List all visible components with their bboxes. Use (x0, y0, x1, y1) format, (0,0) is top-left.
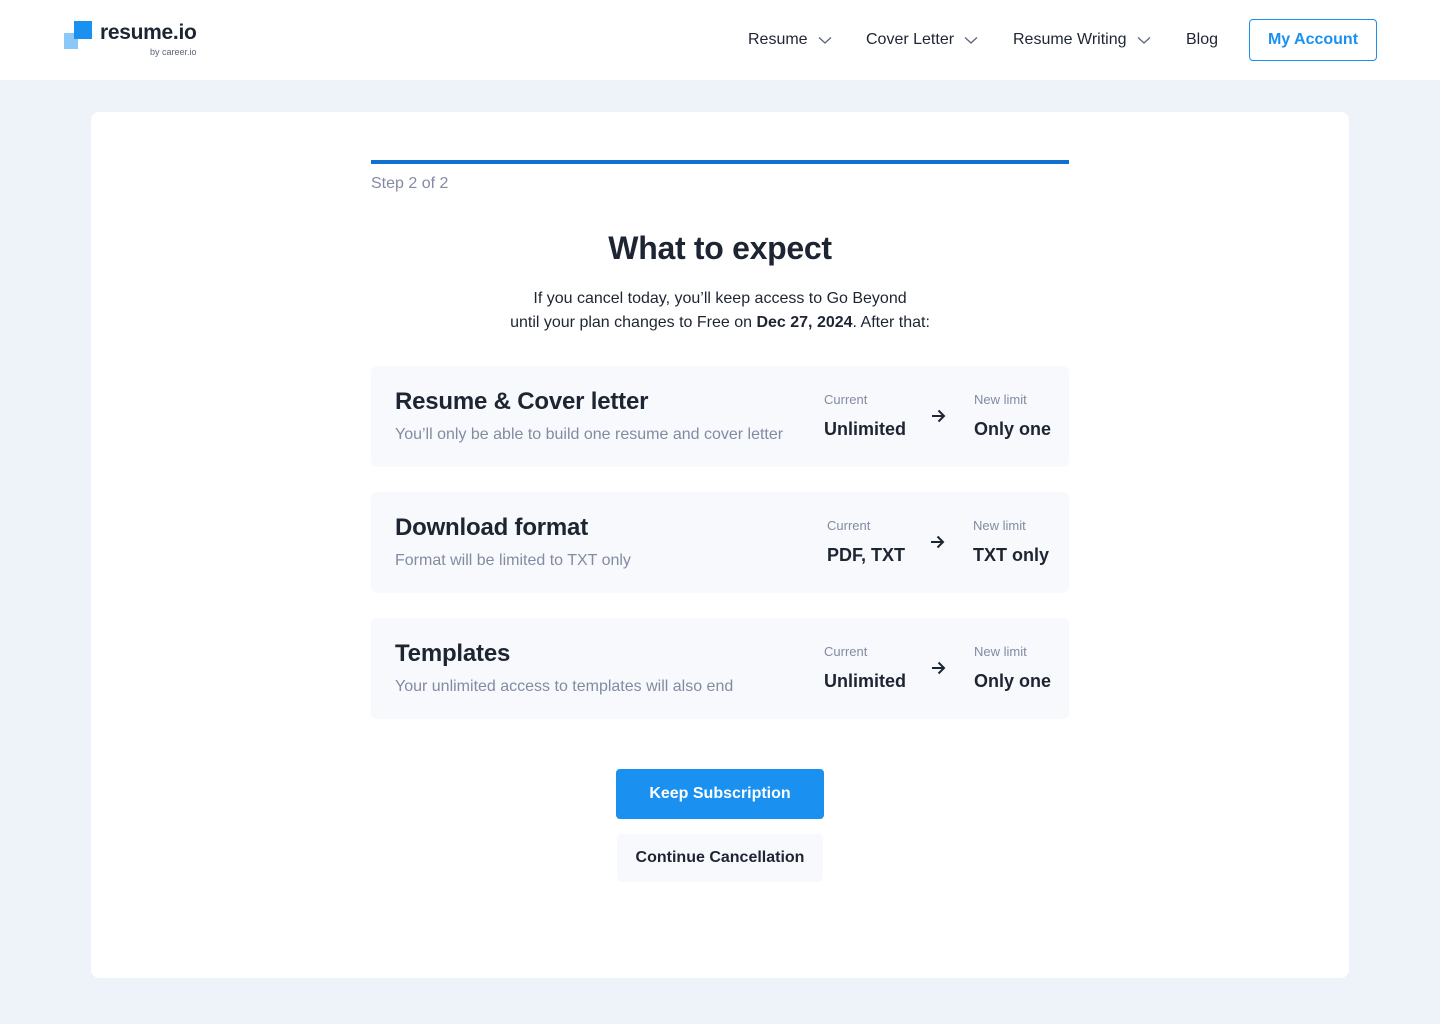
description-line-2-post: . After that: (852, 314, 930, 331)
new-limit-label: New limit (974, 644, 1027, 659)
top-header: resume.io by career.io Resume Cover Lett… (0, 0, 1440, 80)
nav-item-label: Resume Writing (1013, 31, 1127, 48)
feature-title: Resume & Cover letter (395, 388, 649, 415)
nav-item-label: Resume (748, 31, 808, 48)
logo[interactable]: resume.io by career.io (64, 20, 197, 60)
description-line-2-pre: until your plan changes to Free on (510, 314, 757, 331)
continue-cancellation-button[interactable]: Continue Cancellation (617, 834, 823, 882)
new-limit-value: TXT only (973, 545, 1049, 565)
new-limit-value: Only one (974, 419, 1052, 439)
arrow-right-icon (930, 408, 946, 424)
current-value: Unlimited (824, 671, 907, 691)
new-limit-value: Only one (974, 671, 1052, 691)
current-value: PDF, TXT (827, 545, 906, 565)
step-indicator: Step 2 of 2 (371, 175, 449, 192)
chevron-down-icon (818, 33, 832, 47)
current-limit: Current Unlimited (824, 644, 906, 692)
nav-item-label: Blog (1186, 31, 1219, 48)
keep-subscription-button[interactable]: Keep Subscription (616, 769, 824, 819)
my-account-button[interactable]: My Account (1249, 19, 1377, 61)
page-description: If you cancel today, you’ll keep access … (371, 287, 1069, 335)
nav-item-blog[interactable]: Blog (1186, 30, 1218, 50)
chevron-down-icon (964, 33, 978, 47)
new-limit: New limit Only one (974, 644, 1051, 692)
plan-change-date: Dec 27, 2024 (756, 314, 853, 331)
nav-item-resume-writing[interactable]: Resume Writing (1013, 30, 1151, 50)
progress-fill (371, 160, 1069, 164)
progress-bar (371, 160, 1069, 164)
logo-name: resume.io (100, 21, 197, 44)
cancellation-card: Step 2 of 2 What to expect If you cancel… (91, 112, 1349, 978)
feature-card-resume-cover-letter: Resume & Cover letter You’ll only be abl… (371, 366, 1069, 467)
feature-description: Format will be limited to TXT only (395, 552, 631, 569)
new-limit-label: New limit (974, 392, 1027, 407)
feature-description: Your unlimited access to templates will … (395, 678, 734, 695)
arrow-right-icon (929, 534, 945, 550)
chevron-down-icon (1137, 33, 1151, 47)
new-limit: New limit TXT only (973, 518, 1049, 566)
current-label: Current (827, 518, 871, 533)
description-line-1: If you cancel today, you’ll keep access … (533, 290, 907, 307)
current-label: Current (824, 392, 868, 407)
feature-title: Download format (395, 514, 588, 541)
feature-description: You’ll only be able to build one resume … (395, 426, 784, 443)
new-limit-label: New limit (973, 518, 1026, 533)
arrow-right-icon (930, 660, 946, 676)
feature-title: Templates (395, 640, 511, 667)
logo-subtitle: by career.io (149, 47, 197, 57)
nav-item-resume[interactable]: Resume (748, 30, 832, 50)
new-limit: New limit Only one (974, 392, 1051, 440)
current-value: Unlimited (824, 419, 907, 439)
feature-card-templates: Templates Your unlimited access to templ… (371, 618, 1069, 719)
feature-card-download-format: Download format Format will be limited t… (371, 492, 1069, 593)
current-limit: Current PDF, TXT (827, 518, 905, 566)
page-title: What to expect (608, 230, 832, 266)
nav-item-label: Cover Letter (866, 31, 955, 48)
current-label: Current (824, 644, 868, 659)
logo-mark-icon (64, 21, 92, 49)
current-limit: Current Unlimited (824, 392, 906, 440)
nav-item-cover-letter[interactable]: Cover Letter (866, 30, 978, 50)
